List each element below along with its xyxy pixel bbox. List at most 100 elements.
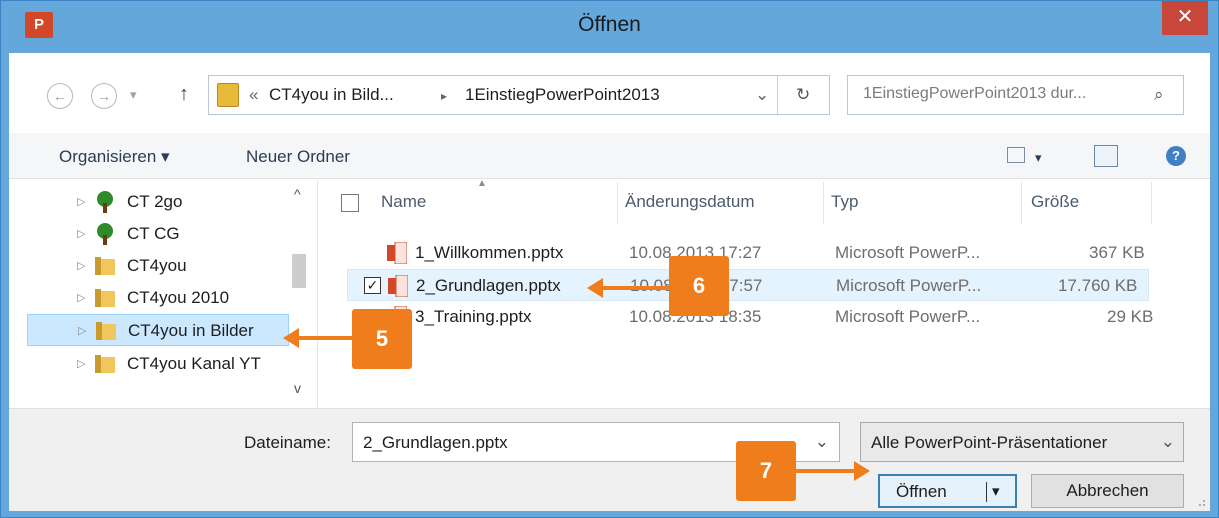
refresh-icon[interactable]: ↻ (796, 85, 810, 105)
search-box[interactable]: 1EinstiegPowerPoint2013 dur... ⌕ (847, 75, 1184, 115)
tree-item-label: CT4you (127, 256, 187, 275)
annotation-arrow-5 (297, 336, 357, 340)
expand-icon[interactable]: ▷ (78, 324, 86, 337)
pptx-file-icon (388, 274, 409, 298)
sort-ascending-icon: ▲ (477, 178, 487, 189)
file-size: 17.760 KB (1058, 276, 1138, 295)
scroll-thumb[interactable] (292, 254, 306, 288)
open-split-divider (986, 482, 987, 502)
filename-dropdown-icon[interactable]: ⌄ (815, 432, 829, 452)
file-row[interactable]: 3_Training.pptx 10.08.2013 18:35 Microso… (347, 301, 1153, 333)
annotation-arrowhead-7 (854, 461, 870, 481)
search-icon[interactable]: ⌕ (1154, 85, 1164, 105)
pptx-file-icon (387, 241, 408, 265)
annotation-badge-5: 5 (352, 309, 412, 369)
expand-icon[interactable]: ▷ (77, 291, 85, 304)
tree-icon (93, 223, 117, 245)
file-type: Microsoft PowerP... (835, 307, 981, 326)
file-name: 1_Willkommen.pptx (415, 243, 564, 262)
file-type: Microsoft PowerP... (835, 243, 981, 262)
column-size[interactable]: Größe (1031, 192, 1079, 212)
cancel-button[interactable]: Abbrechen (1031, 474, 1184, 508)
select-all-checkbox[interactable] (341, 194, 359, 212)
file-checkbox[interactable]: ✓ (364, 277, 381, 294)
tree-item-ct-cg[interactable]: ▷ CT CG (27, 218, 297, 250)
annotation-badge-7: 7 (736, 441, 796, 501)
folder-icon (94, 320, 118, 342)
up-button[interactable]: ↑ (179, 83, 189, 106)
address-divider (777, 76, 778, 114)
filter-value: Alle PowerPoint-Präsentationer (871, 433, 1108, 452)
help-icon[interactable]: ? (1166, 146, 1186, 166)
tree-item-label: CT 2go (127, 192, 183, 211)
resize-grip-icon[interactable] (1194, 495, 1206, 507)
annotation-badge-6: 6 (669, 256, 729, 316)
overflow-crumb[interactable]: « (249, 85, 258, 105)
column-divider[interactable] (1021, 182, 1022, 224)
annotation-arrow-6 (601, 286, 673, 290)
expand-icon[interactable]: ▷ (77, 227, 85, 240)
address-dropdown-icon[interactable]: ⌄ (755, 85, 769, 105)
tree-item-ct4you-2010[interactable]: ▷ CT4you 2010 (27, 282, 297, 314)
expand-icon[interactable]: ▷ (77, 259, 85, 272)
filter-dropdown-icon[interactable]: ⌄ (1161, 432, 1175, 452)
column-divider[interactable] (617, 182, 618, 224)
open-button[interactable]: Öffnen ▾ (878, 474, 1017, 508)
breadcrumb-separator-icon[interactable]: ▸ (441, 89, 447, 103)
view-options-icon[interactable] (1007, 147, 1025, 163)
file-type: Microsoft PowerP... (836, 276, 982, 295)
scroll-down-icon[interactable]: v (294, 380, 301, 396)
address-bar[interactable]: « CT4you in Bild... ▸ 1EinstiegPowerPoin… (208, 75, 830, 115)
close-button[interactable]: ✕ (1162, 1, 1208, 35)
file-size: 29 KB (1107, 307, 1154, 326)
file-name: 3_Training.pptx (415, 307, 532, 326)
file-row[interactable]: 1_Willkommen.pptx 10.08.2013 17:27 Micro… (347, 237, 1147, 269)
tree-item-label: CT4you 2010 (127, 288, 230, 307)
forward-button[interactable]: → (91, 83, 117, 109)
new-folder-button[interactable]: Neuer Ordner (246, 147, 350, 167)
folder-icon (93, 287, 117, 309)
folder-icon (93, 255, 117, 277)
back-button[interactable]: ← (47, 83, 73, 109)
filename-label: Dateiname: (244, 433, 331, 452)
open-dialog: P Öffnen ✕ ← → ▾ ↑ « CT4you in Bild... ▸… (0, 0, 1219, 518)
column-divider[interactable] (823, 182, 824, 224)
tree-scrollbar[interactable]: ^ v (290, 180, 308, 408)
open-split-dropdown-icon[interactable]: ▾ (992, 476, 1000, 508)
expand-icon[interactable]: ▷ (77, 357, 85, 370)
open-button-label: Öffnen (896, 482, 947, 501)
view-dropdown-icon[interactable]: ▾ (1035, 150, 1042, 166)
breadcrumb-ct4you[interactable]: CT4you in Bild... (269, 85, 394, 105)
file-type-filter[interactable]: Alle PowerPoint-Präsentationer ⌄ (860, 422, 1184, 462)
lock-folder-icon (217, 83, 239, 107)
tree-icon (93, 191, 117, 213)
column-divider[interactable] (1151, 182, 1152, 224)
folder-icon (93, 353, 117, 375)
tree-item-ct4you-in-bilder[interactable]: ▷ CT4you in Bilder (27, 314, 289, 346)
scroll-up-icon[interactable]: ^ (294, 186, 301, 202)
recent-locations-icon[interactable]: ▾ (130, 87, 137, 103)
preview-pane-icon[interactable] (1094, 145, 1118, 167)
tree-item-label: CT4you in Bilder (128, 321, 254, 340)
title-bar[interactable]: P Öffnen ✕ (1, 1, 1218, 53)
column-name[interactable]: Name (381, 192, 426, 212)
annotation-arrowhead-6 (587, 278, 603, 298)
annotation-arrowhead-5 (283, 328, 299, 348)
tree-item-ct4you[interactable]: ▷ CT4you (27, 250, 297, 282)
tree-item-label: CT4you Kanal YT (127, 354, 261, 373)
file-name: 2_Grundlagen.pptx (416, 276, 561, 295)
dialog-body: ← → ▾ ↑ « CT4you in Bild... ▸ 1EinstiegP… (9, 53, 1210, 511)
tree-item-ct4you-kanal-yt[interactable]: ▷ CT4you Kanal YT (27, 348, 297, 380)
column-type[interactable]: Typ (831, 192, 858, 212)
expand-icon[interactable]: ▷ (77, 195, 85, 208)
navigation-tree: ▷ CT 2go ▷ CT CG ▷ CT4you ▷ CT4you 2010 … (9, 180, 318, 408)
annotation-arrow-7 (796, 469, 856, 473)
file-row-selected[interactable]: ✓ 2_Grundlagen.pptx 10.08.2013 17:57 Mic… (347, 269, 1149, 301)
tree-item-ct-2go[interactable]: ▷ CT 2go (27, 186, 297, 218)
toolbar: Organisieren ▾ Neuer Ordner ▾ ? (9, 133, 1210, 179)
column-date[interactable]: Änderungsdatum (625, 192, 754, 212)
organize-button[interactable]: Organisieren ▾ (59, 147, 170, 167)
dialog-footer: Dateiname: 2_Grundlagen.pptx ⌄ Alle Powe… (9, 408, 1210, 511)
breadcrumb-current[interactable]: 1EinstiegPowerPoint2013 (465, 85, 660, 105)
file-size: 367 KB (1089, 243, 1145, 262)
